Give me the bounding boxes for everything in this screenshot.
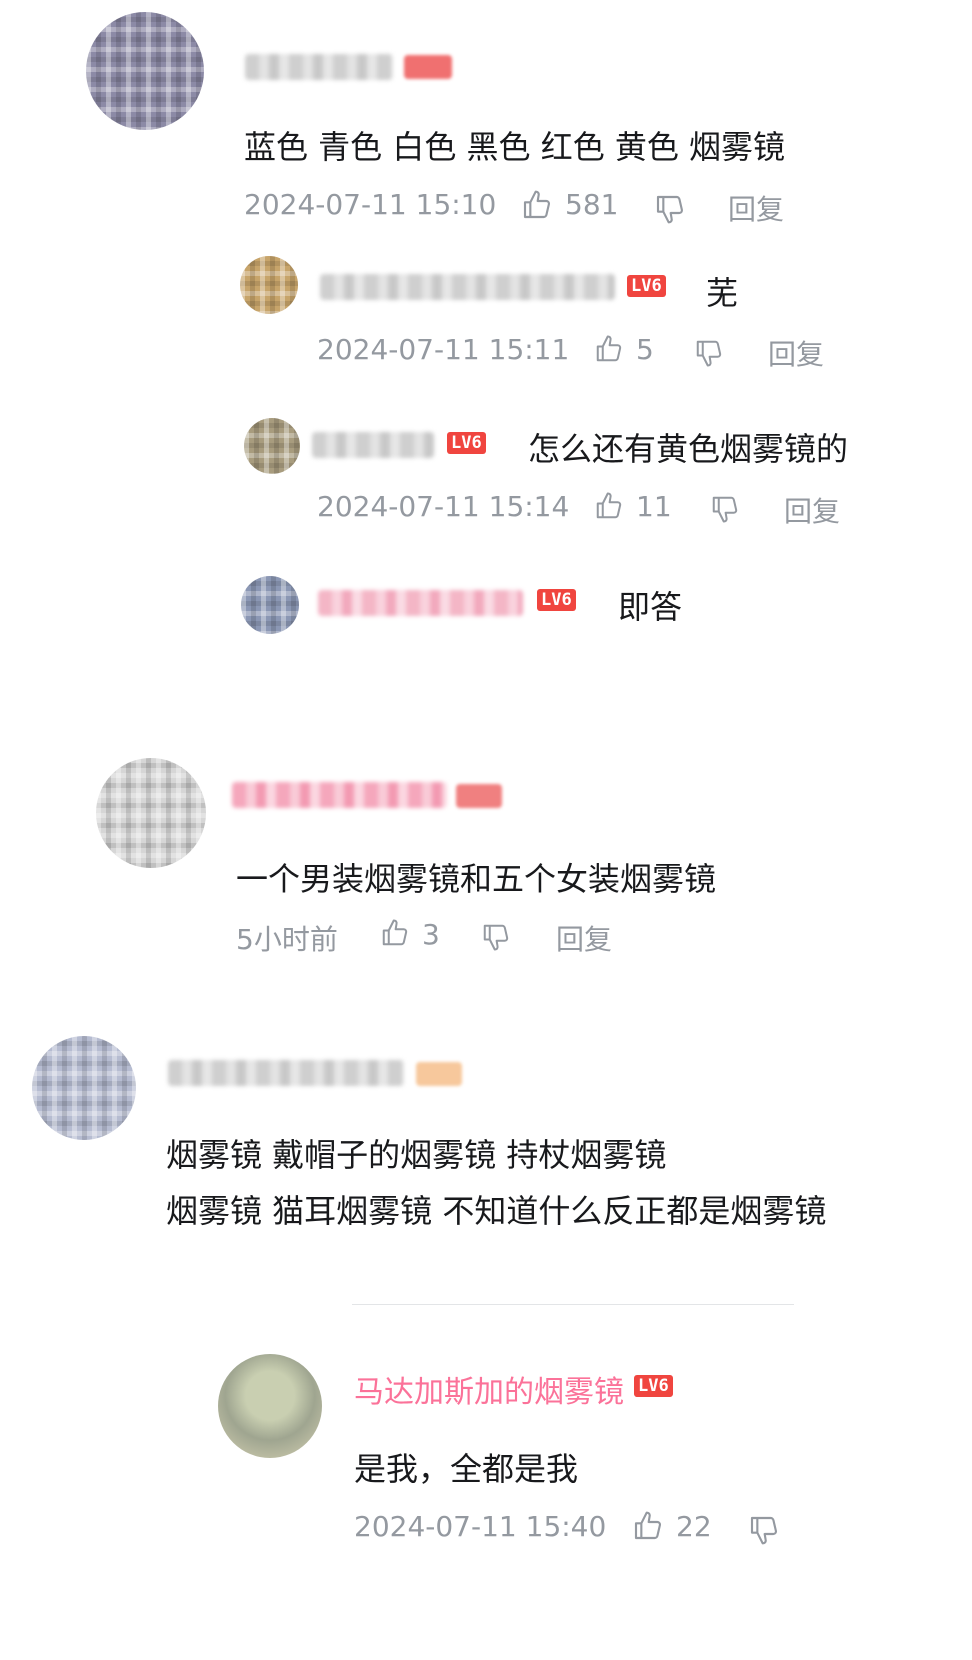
username-blurred[interactable] [320,274,615,300]
thumbs-down-icon[interactable] [654,193,686,225]
reply-button[interactable]: 回复 [784,490,840,530]
like-count: 5 [636,333,654,366]
level-badge: LV6 [537,589,576,611]
thumbs-down-icon[interactable] [694,338,724,368]
reply-time: 2024-07-11 15:14 [317,490,570,523]
thumbs-up-icon[interactable] [594,334,624,364]
reply-time: 2024-07-11 15:11 [317,333,570,366]
avatar[interactable] [86,12,204,130]
divider [352,1304,794,1305]
thumbs-down-icon[interactable] [710,494,740,524]
like-count: 3 [422,918,440,951]
comment-time: 2024-07-11 15:40 [354,1510,607,1543]
like-count: 11 [636,490,672,523]
reply-text: 怎么还有黄色烟雾镜的 [528,430,849,468]
reply-button[interactable]: 回复 [556,918,612,958]
username-blurred[interactable] [245,54,393,80]
comment-text-line: 烟雾镜 戴帽子的烟雾镜 持杖烟雾镜 [166,1136,667,1174]
thumbs-up-icon[interactable] [521,189,553,221]
username-blurred[interactable] [168,1060,404,1086]
comment-text-line: 烟雾镜 猫耳烟雾镜 不知道什么反正都是烟雾镜 [166,1192,827,1230]
thumbs-up-icon[interactable] [594,491,624,521]
level-badge-blurred [416,1062,462,1086]
reply-button[interactable]: 回复 [728,188,784,228]
like-count: 22 [676,1510,712,1543]
level-badge-blurred [456,784,502,808]
username-blurred[interactable] [318,590,523,616]
avatar[interactable] [244,418,300,474]
avatar[interactable] [96,758,206,868]
comment-time: 2024-07-11 15:10 [244,188,497,221]
comment-text: 一个男装烟雾镜和五个女装烟雾镜 [236,860,717,898]
comment-time: 5小时前 [236,923,338,956]
avatar[interactable] [241,576,299,634]
level-badge: LV6 [447,432,486,454]
thumbs-up-icon[interactable] [380,918,410,948]
thumbs-down-icon[interactable] [748,1514,780,1546]
avatar[interactable] [240,256,298,314]
thumbs-down-icon[interactable] [481,922,511,952]
thumbs-up-icon[interactable] [632,1510,664,1542]
avatar[interactable] [218,1354,322,1458]
level-badge-blurred [404,55,452,79]
level-badge: LV6 [627,275,666,297]
like-count: 581 [565,188,619,221]
level-badge: LV6 [634,1375,673,1397]
username-blurred[interactable] [312,432,434,458]
comment-text: 是我，全都是我 [354,1450,579,1488]
username[interactable]: 马达加斯加的烟雾镜 [354,1367,624,1411]
comment-text: 蓝色 青色 白色 黑色 红色 黄色 烟雾镜 [244,128,786,166]
username-blurred[interactable] [232,782,447,808]
reply-button[interactable]: 回复 [768,333,824,373]
reply-text: 即答 [618,588,683,626]
reply-text: 芜 [706,274,739,312]
avatar[interactable] [32,1036,136,1140]
